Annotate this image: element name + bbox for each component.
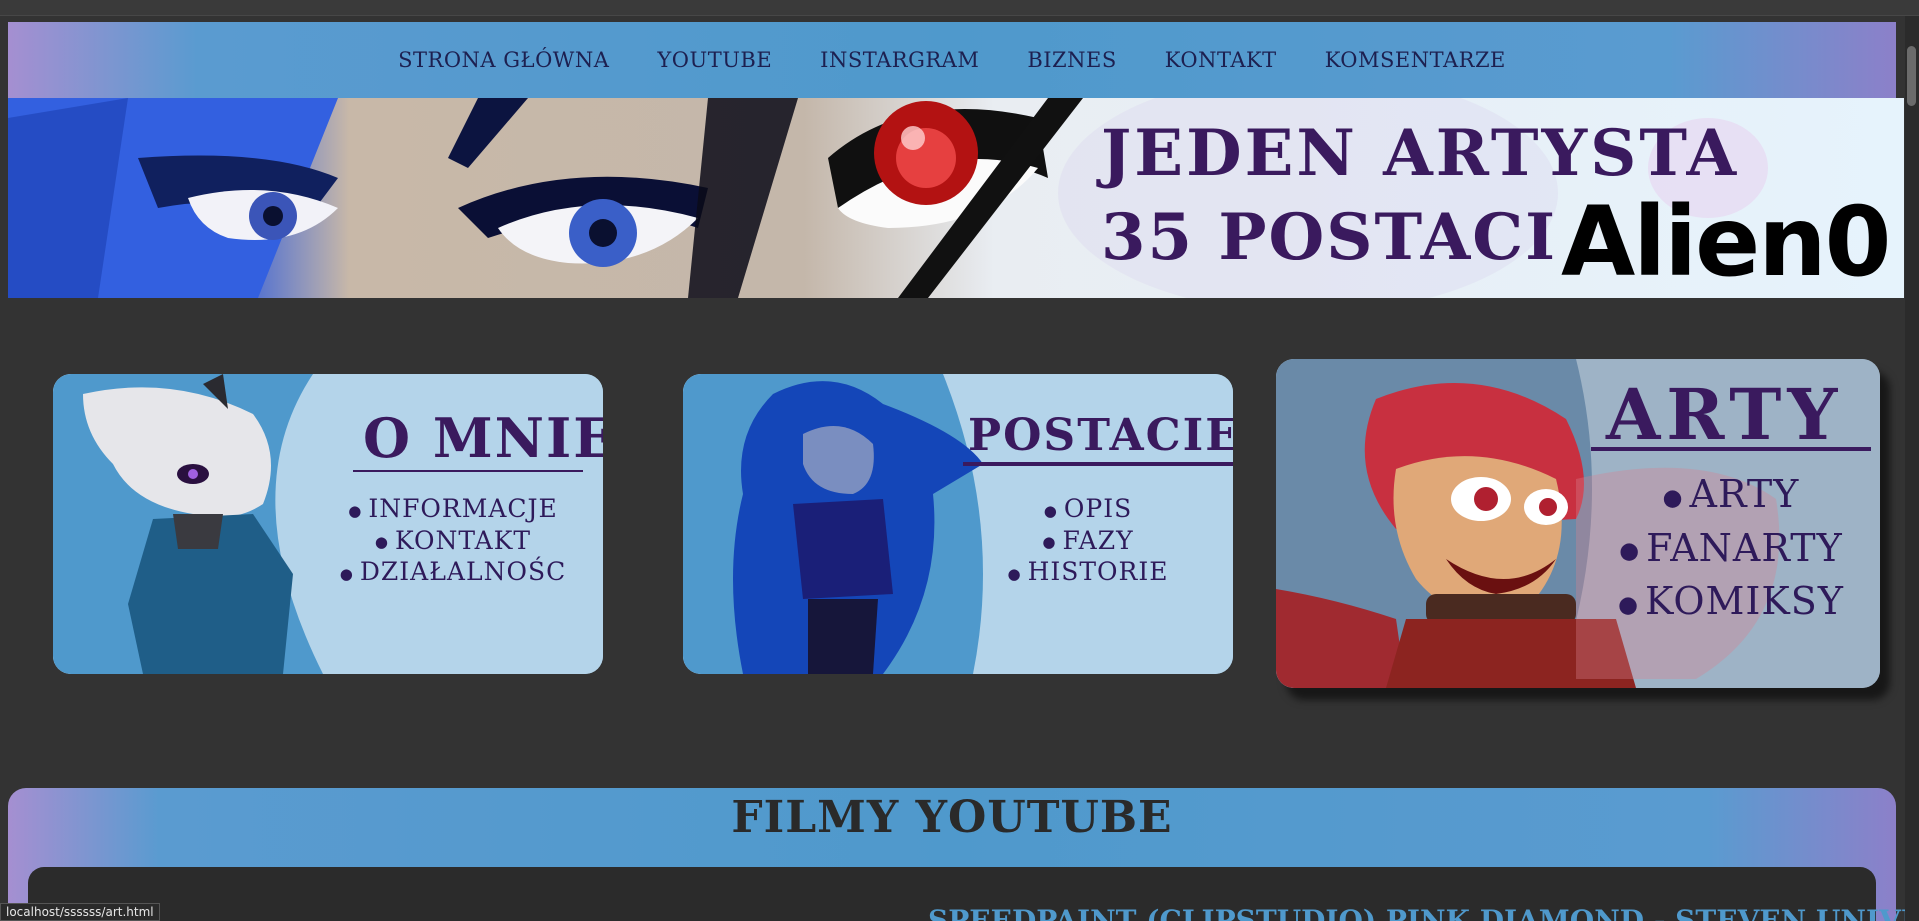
card-about-me[interactable]: O MNIE ● INFORMACJE ● KONTAKT ● DZIAŁALNOŚC [53,374,603,674]
card-characters-title: POSTACIE [968,410,1233,461]
card-about-list: ● INFORMACJE ● KONTAKT ● DZIAŁALNOŚC [323,494,583,589]
card-characters[interactable]: POSTACIE ● OPIS ● FAZY ● HISTORIE [683,374,1233,674]
card-arts-divider [1591,447,1871,451]
list-item[interactable]: ● DZIAŁALNOŚC [323,557,583,589]
list-item[interactable]: ● INFORMACJE [323,494,583,526]
page-scrollbar[interactable] [1905,16,1919,921]
nav-item-contact[interactable]: KONTAKT [1165,48,1277,72]
nav-item-business[interactable]: BIZNES [1027,48,1116,72]
card-characters-list: ● OPIS ● FAZY ● HISTORIE [963,494,1213,589]
list-item[interactable]: ● OPIS [963,494,1213,526]
card-characters-divider [963,462,1233,466]
nav-item-instagram[interactable]: INSTARGRAM [820,48,979,72]
nav-item-home[interactable]: STRONA GŁÓWNA [398,48,609,72]
list-item[interactable]: ● FANARTY [1591,523,1871,577]
card-arts-title: ARTY [1606,373,1844,456]
browser-status-url: localhost/ssssss/art.html [0,903,160,921]
main-nav: STRONA GŁÓWNA YOUTUBE INSTARGRAM BIZNES … [8,22,1896,98]
artist-signature: Alien0 [1561,186,1891,298]
hero-banner: JEDEN ARTYSTA 35 POSTACI Alien0 [8,98,1904,298]
card-arts[interactable]: ARTY ● ARTY ● FANARTY ● KOMIKSY [1276,359,1880,688]
list-item[interactable]: ● HISTORIE [963,557,1213,589]
nav-item-comments[interactable]: KOMSENTARZE [1325,48,1506,72]
list-item[interactable]: ● KOMIKSY [1591,576,1871,630]
card-about-title: O MNIE [363,406,603,470]
youtube-section-title: FILMY YOUTUBE [731,792,1173,843]
list-item[interactable]: ● FAZY [963,526,1213,558]
browser-top-strip [0,0,1919,16]
scrollbar-thumb[interactable] [1907,46,1916,106]
youtube-section: FILMY YOUTUBE [8,788,1896,921]
list-item[interactable]: ● KONTAKT [323,526,583,558]
banner-headline-2: 35 POSTACI [1101,200,1558,275]
card-arts-list: ● ARTY ● FANARTY ● KOMIKSY [1591,469,1871,630]
list-item[interactable]: ● ARTY [1591,469,1871,523]
banner-headline-1: JEDEN ARTYSTA [1101,116,1740,191]
nav-item-youtube[interactable]: YOUTUBE [657,48,772,72]
youtube-video-title[interactable]: SPEEDPAINT (CLIPSTUDIO) PINK DIAMOND - S… [928,904,1919,921]
card-about-divider [353,470,583,472]
